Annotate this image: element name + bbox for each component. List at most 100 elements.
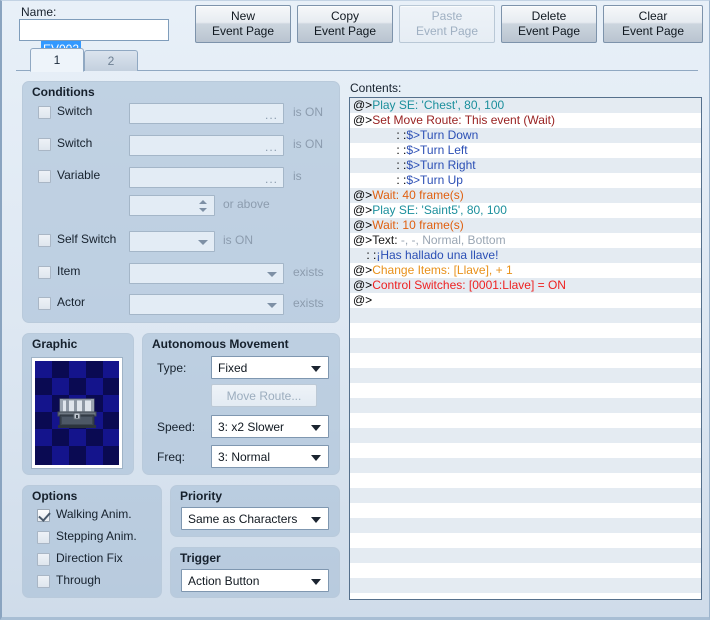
event-command-line[interactable]: @>Change Items: [Llave], + 1 (350, 263, 701, 278)
condition-variable-label: Variable (57, 168, 101, 182)
chevron-down-icon (311, 425, 321, 431)
spinner-down-icon[interactable] (199, 208, 207, 212)
event-command-line[interactable]: : :$>Turn Down (350, 128, 701, 143)
event-command-line[interactable]: @>Text: -, -, Normal, Bottom (350, 233, 701, 248)
condition-switch-1-field[interactable]: ... (129, 103, 284, 124)
spinner-up-icon[interactable] (199, 200, 207, 204)
command-text: $>Turn Right (406, 158, 476, 172)
contents-label: Contents: (350, 81, 402, 95)
condition-item-checkbox[interactable] (38, 266, 51, 279)
event-command-line[interactable]: @>Play SE: 'Saint5', 80, 100 (350, 203, 701, 218)
event-command-line[interactable]: @>Wait: 40 frame(s) (350, 188, 701, 203)
movement-type-label: Type: (157, 361, 187, 375)
event-command-line[interactable] (350, 398, 701, 413)
event-command-line[interactable] (350, 593, 701, 599)
event-command-line[interactable] (350, 473, 701, 488)
event-command-line[interactable]: @>Set Move Route: This event (Wait) (350, 113, 701, 128)
event-command-line[interactable] (350, 323, 701, 338)
event-command-line[interactable] (350, 368, 701, 383)
event-command-line[interactable] (350, 518, 701, 533)
priority-dropdown[interactable]: Same as Characters (181, 507, 329, 530)
delete-event-page-line1: Delete (531, 9, 567, 23)
event-command-line[interactable] (350, 488, 701, 503)
condition-item-dropdown[interactable] (129, 263, 284, 284)
condition-variable-value-spinner[interactable] (129, 195, 215, 216)
condition-switch-1-checkbox[interactable] (38, 106, 51, 119)
command-text: Change Items: [Llave], + 1 (372, 263, 513, 277)
conditions-title: Conditions (32, 85, 95, 99)
tab-page-1[interactable]: 1 (30, 48, 84, 72)
tab-page-2[interactable]: 2 (84, 50, 138, 71)
movement-freq-dropdown[interactable]: 3: Normal (211, 445, 329, 468)
movement-freq-value: 3: Normal (218, 449, 271, 464)
event-command-line[interactable] (350, 548, 701, 563)
chevron-down-icon (311, 579, 321, 585)
graphic-title: Graphic (32, 337, 78, 351)
event-command-line[interactable]: : :$>Turn Up (350, 173, 701, 188)
trigger-dropdown[interactable]: Action Button (181, 569, 329, 592)
event-command-line[interactable] (350, 413, 701, 428)
event-command-line[interactable] (350, 443, 701, 458)
option-walking-anim-checkbox[interactable] (37, 509, 50, 522)
event-command-line[interactable] (350, 563, 701, 578)
event-name-input[interactable]: EV002 (19, 19, 169, 57)
chevron-down-icon (267, 272, 277, 277)
chevron-down-icon (198, 240, 208, 245)
command-text: Wait: 40 frame(s) (372, 188, 464, 202)
chevron-down-icon (267, 303, 277, 308)
condition-variable-checkbox[interactable] (38, 170, 51, 183)
event-command-line[interactable] (350, 503, 701, 518)
condition-switch-2-checkbox[interactable] (38, 138, 51, 151)
contents-list[interactable]: @>Play SE: 'Chest', 80, 100 @>Set Move Ro… (349, 97, 702, 600)
command-marker: @> (353, 233, 373, 247)
event-command-line[interactable] (350, 353, 701, 368)
condition-self-switch-dropdown[interactable] (129, 231, 215, 252)
option-through-checkbox[interactable] (37, 575, 50, 588)
event-command-line[interactable] (350, 458, 701, 473)
paste-event-page-line1: Paste (431, 9, 463, 23)
movement-type-dropdown[interactable]: Fixed (211, 356, 329, 379)
option-direction-fix-checkbox[interactable] (37, 553, 50, 566)
event-command-line[interactable] (350, 533, 701, 548)
event-command-line[interactable]: @>Control Switches: [0001:Llave] = ON (350, 278, 701, 293)
event-command-line[interactable] (350, 383, 701, 398)
event-command-line[interactable]: @>Wait: 10 frame(s) (350, 218, 701, 233)
paste-event-page-line2: Event Page (415, 24, 479, 38)
condition-switch-2-field[interactable]: ... (129, 135, 284, 156)
movement-speed-label: Speed: (157, 420, 196, 434)
event-command-line[interactable] (350, 308, 701, 323)
clear-event-page-button[interactable]: Clear Event Page (603, 5, 703, 43)
event-command-line[interactable] (350, 428, 701, 443)
delete-event-page-button[interactable]: Delete Event Page (501, 5, 597, 43)
condition-variable-field[interactable]: ... (129, 167, 284, 188)
command-marker: @> (353, 113, 373, 127)
option-walking-anim-label: Walking Anim. (56, 507, 132, 521)
graphic-preview[interactable] (31, 357, 123, 469)
event-command-line[interactable]: : :$>Turn Right (350, 158, 701, 173)
option-stepping-anim-checkbox[interactable] (37, 531, 50, 544)
event-command-line[interactable]: : :$>Turn Left (350, 143, 701, 158)
trigger-title: Trigger (180, 551, 221, 565)
event-command-line[interactable] (350, 578, 701, 593)
event-command-line[interactable]: @>Play SE: 'Chest', 80, 100 (350, 98, 701, 113)
event-command-line[interactable] (350, 338, 701, 353)
condition-actor-checkbox[interactable] (38, 297, 51, 310)
condition-switch-1-label: Switch (57, 104, 93, 118)
command-marker: : : (353, 143, 407, 157)
command-marker: @> (353, 218, 373, 232)
command-text: -, -, Normal, Bottom (400, 233, 506, 247)
condition-self-switch-checkbox[interactable] (38, 234, 51, 247)
movement-type-value: Fixed (218, 360, 248, 375)
command-text: $>Turn Left (406, 143, 468, 157)
new-event-page-button[interactable]: New Event Page (195, 5, 291, 43)
movement-speed-dropdown[interactable]: 3: x2 Slower (211, 415, 329, 438)
conditions-group: Conditions Switch ... is ON Switch ... i… (22, 81, 340, 323)
event-command-line[interactable]: @> (350, 293, 701, 308)
command-text: Wait: 10 frame(s) (372, 218, 464, 232)
copy-event-page-button[interactable]: Copy Event Page (297, 5, 393, 43)
condition-actor-dropdown[interactable] (129, 294, 284, 315)
autonomous-movement-group: Autonomous Movement Type: Fixed Move Rou… (142, 333, 340, 475)
ellipsis-icon: ... (264, 172, 278, 186)
event-command-line[interactable]: : :¡Has hallado una llave! (350, 248, 701, 263)
command-text: $>Turn Down (406, 128, 479, 142)
